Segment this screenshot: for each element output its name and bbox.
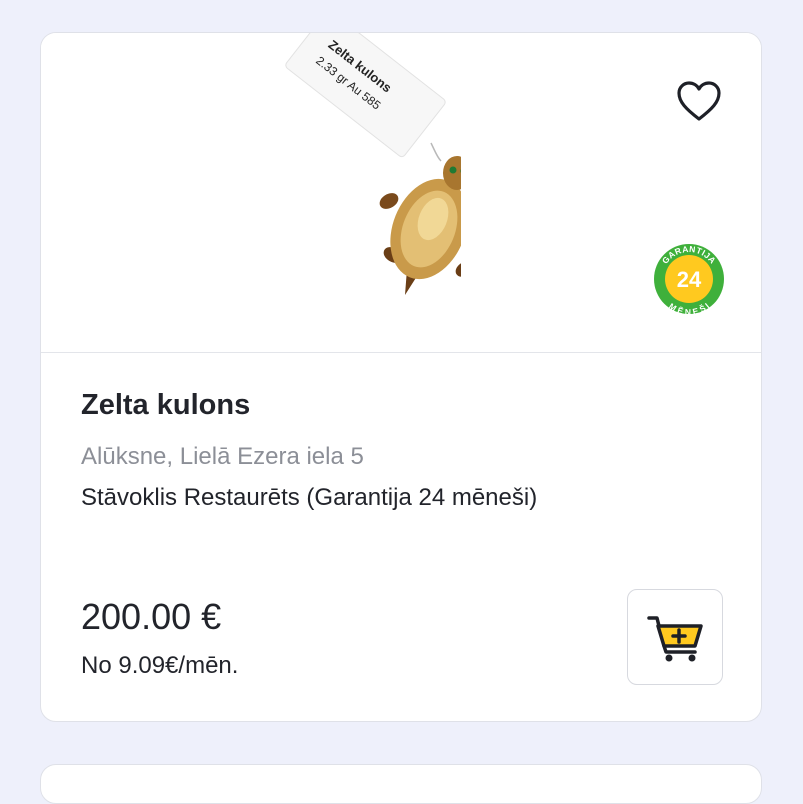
- product-location: Alūksne, Lielā Ezera iela 5: [81, 443, 364, 470]
- card-divider: [41, 352, 761, 353]
- next-product-card[interactable]: [40, 764, 762, 804]
- product-image-area[interactable]: Zelta kulons 2.33 gr Au 585 GARANTIJA MĒ…: [41, 33, 761, 353]
- product-condition: Stāvoklis Restaurēts (Garantija 24 mēneš…: [81, 484, 538, 511]
- product-card[interactable]: Zelta kulons 2.33 gr Au 585 GARANTIJA MĒ…: [40, 32, 762, 722]
- favorite-button[interactable]: [673, 77, 725, 125]
- product-price: 200.00 €: [81, 596, 222, 637]
- product-image: Zelta kulons 2.33 gr Au 585: [285, 33, 461, 295]
- heart-icon: [677, 81, 721, 121]
- warranty-badge-icon: GARANTIJA MĒNEŠI 24: [654, 244, 724, 315]
- badge-number: 24: [677, 267, 702, 292]
- add-to-cart-button[interactable]: [627, 589, 723, 685]
- product-title[interactable]: Zelta kulons: [81, 389, 250, 422]
- cart-icon: [647, 616, 703, 662]
- monthly-payment: No 9.09€/mēn.: [81, 652, 239, 679]
